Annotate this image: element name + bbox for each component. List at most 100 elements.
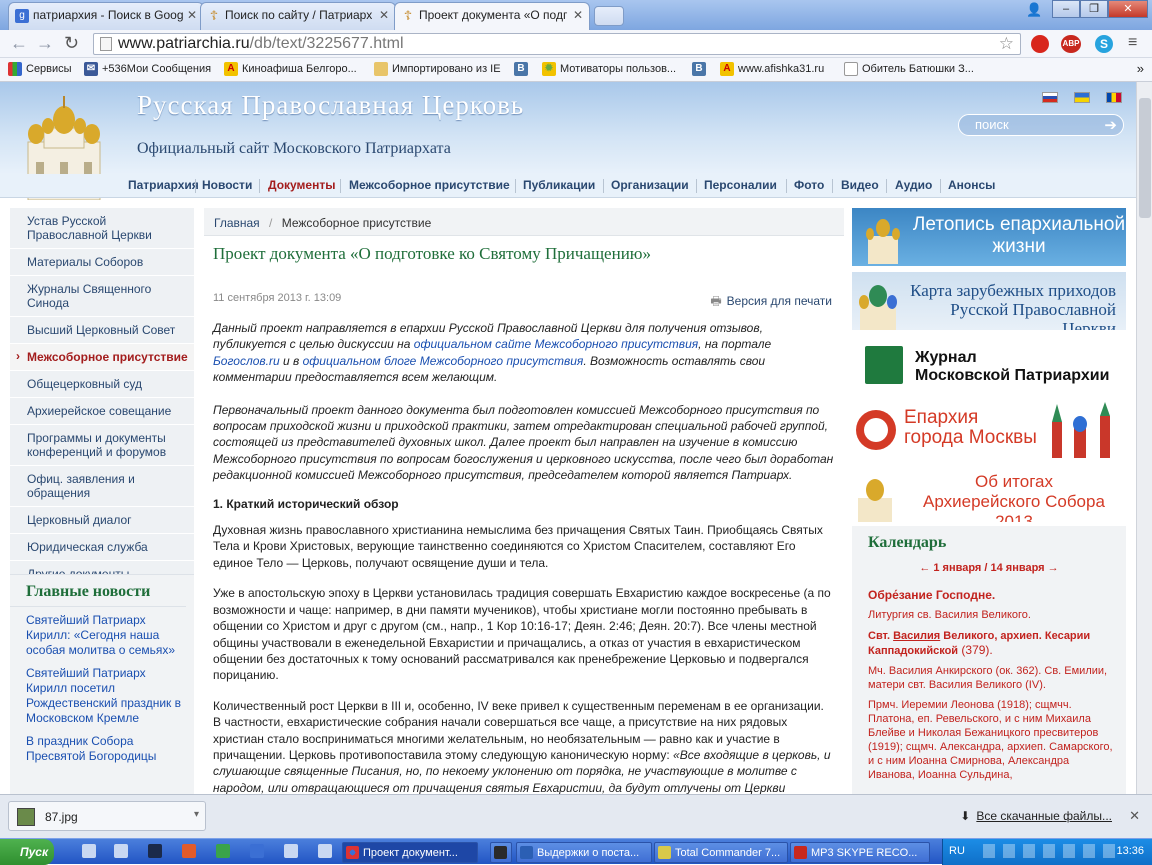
photoshop-icon[interactable] bbox=[148, 844, 162, 858]
close-icon[interactable]: ✕ bbox=[187, 8, 197, 22]
quicklaunch-icon[interactable] bbox=[318, 844, 332, 858]
download-icon: ⬇ bbox=[960, 809, 971, 823]
leftnav-item[interactable]: Устав Русской Православной Церкви bbox=[10, 208, 194, 249]
moscow-diocese-banner[interactable]: Епархия города Москвы bbox=[852, 400, 1126, 458]
start-button[interactable]: Пуск bbox=[0, 839, 54, 865]
menu-photo[interactable]: Фото bbox=[794, 178, 824, 192]
breadcrumb-home[interactable]: Главная bbox=[214, 216, 260, 230]
more-bookmarks-icon[interactable]: » bbox=[1137, 61, 1144, 76]
quicklaunch-icon[interactable] bbox=[216, 844, 230, 858]
menu-documents[interactable]: Документы bbox=[268, 178, 335, 192]
print-version-link[interactable]: Версия для печати bbox=[727, 294, 832, 308]
menu-news[interactable]: Новости bbox=[202, 178, 252, 192]
leftnav-item-selected[interactable]: Межсоборное присутствие bbox=[10, 344, 194, 371]
bookmark-kinoafisha[interactable]: A Киноафиша Белгоро... bbox=[224, 62, 357, 76]
download-item[interactable]: 87.jpg ▾ bbox=[8, 801, 206, 831]
minimize-button[interactable]: – bbox=[1052, 0, 1080, 18]
search-arrow-icon[interactable]: ➔ bbox=[1104, 116, 1117, 134]
leftnav-item[interactable]: Материалы Соборов bbox=[10, 249, 194, 276]
menu-icon[interactable]: ≡ bbox=[1128, 34, 1137, 52]
bookmark-motivators[interactable]: ✹ Мотиваторы пользов... bbox=[542, 62, 676, 76]
tab-google-search[interactable]: g патриархия - Поиск в Goog ✕ bbox=[8, 2, 204, 30]
all-downloads[interactable]: ⬇ Все скачанные файлы... bbox=[960, 809, 1112, 823]
quicklaunch-icon[interactable] bbox=[284, 844, 298, 858]
menu-video[interactable]: Видео bbox=[841, 178, 879, 192]
chevron-down-icon[interactable]: ▾ bbox=[194, 809, 199, 820]
bookmark-messages[interactable]: ✉ +536Мои Сообщения bbox=[84, 62, 211, 76]
flag-ukraine-icon[interactable] bbox=[1074, 92, 1090, 103]
news-link[interactable]: В праздник Собора Пресвятой Богородицы bbox=[26, 734, 156, 763]
journal-banner[interactable]: Журнал Московской Патриархии bbox=[852, 336, 1126, 394]
news-link[interactable]: Святейший Патриарх Кирилл: «Сегодня наша… bbox=[26, 613, 175, 657]
menu-publications[interactable]: Публикации bbox=[523, 178, 595, 192]
inter-council-site-link[interactable]: официальном сайте Межсоборного присутств… bbox=[414, 337, 698, 351]
maximize-button[interactable]: ❐ bbox=[1080, 0, 1108, 18]
close-icon[interactable]: ✕ bbox=[1129, 808, 1140, 824]
inter-council-blog-link[interactable]: официальном блоге Межсоборного присутств… bbox=[303, 354, 584, 368]
address-bar[interactable]: www.patriarchia.ru/db/text/3225677.html … bbox=[93, 33, 1021, 55]
language-indicator[interactable]: RU bbox=[949, 845, 965, 857]
left-navigation: Устав Русской Православной Церкви Матери… bbox=[10, 208, 194, 588]
stop-extension-icon[interactable] bbox=[1031, 35, 1049, 53]
leftnav-item[interactable]: Общецерковный суд bbox=[10, 371, 194, 398]
adblock-icon[interactable]: ABP bbox=[1061, 35, 1081, 53]
leftnav-item[interactable]: Журналы Священного Синода bbox=[10, 276, 194, 317]
menu-inter-council[interactable]: Межсоборное присутствие bbox=[349, 178, 510, 192]
quicklaunch-icon[interactable] bbox=[250, 844, 264, 858]
all-downloads-link[interactable]: Все скачанные файлы... bbox=[976, 809, 1112, 823]
flag-moldova-icon[interactable] bbox=[1106, 92, 1122, 103]
search-input[interactable]: поиск ➔ bbox=[958, 114, 1124, 136]
leftnav-item[interactable]: Офиц. заявления и обращения bbox=[10, 466, 194, 507]
menu-patriarchy[interactable]: Патриархия bbox=[128, 178, 199, 192]
close-icon[interactable]: ✕ bbox=[379, 8, 389, 22]
chronicle-banner[interactable]: Летопись епархиальной жизни bbox=[852, 208, 1126, 266]
quicklaunch-icon[interactable] bbox=[114, 844, 128, 858]
leftnav-item[interactable]: Церковный диалог bbox=[10, 507, 194, 534]
flag-russia-icon[interactable] bbox=[1042, 92, 1058, 103]
back-arrow-icon[interactable]: ← bbox=[10, 34, 28, 52]
bookmark-services[interactable]: Сервисы bbox=[8, 62, 72, 76]
tab-document[interactable]: ☦ Проект документа «О подг ✕ bbox=[394, 2, 590, 30]
forward-arrow-icon[interactable]: → bbox=[36, 34, 54, 52]
reload-icon[interactable]: ↻ bbox=[64, 34, 79, 52]
star-icon[interactable]: ☆ bbox=[999, 34, 1014, 54]
saint-link[interactable]: Василия bbox=[893, 630, 940, 642]
leftnav-item[interactable]: Высший Церковный Совет bbox=[10, 317, 194, 344]
tray-icons[interactable] bbox=[983, 844, 1123, 858]
taskbar-window-skype-recorder[interactable]: MP3 SKYPE RECO... bbox=[790, 842, 930, 863]
site-title[interactable]: Русская Православная Церковь bbox=[137, 90, 524, 121]
leftnav-item[interactable]: Юридическая служба bbox=[10, 534, 194, 561]
close-window-button[interactable]: ✕ bbox=[1108, 0, 1148, 18]
bookmark-obitel[interactable]: Обитель Батюшки З... bbox=[844, 62, 974, 76]
bishops-council-banner[interactable]: Об итогах Архиерейского Собора 2013 bbox=[852, 464, 1126, 522]
taskbar-window-chrome[interactable]: Проект документ... bbox=[342, 842, 478, 863]
print-version[interactable]: 🖶 Версия для печати bbox=[710, 292, 832, 313]
calendar-panel: Календарь ← 1 января / 14 января → Обре́… bbox=[852, 526, 1126, 794]
bookmark-imported[interactable]: Импортировано из IE bbox=[374, 62, 501, 76]
leftnav-item[interactable]: Программы и документы конференций и фору… bbox=[10, 425, 194, 466]
quicklaunch-icon[interactable] bbox=[182, 844, 196, 858]
menu-persons[interactable]: Персоналии bbox=[704, 178, 777, 192]
taskbar-window-word[interactable]: Выдержки о поста... bbox=[516, 842, 652, 863]
leftnav-item[interactable]: Архиерейское совещание bbox=[10, 398, 194, 425]
tab-site-search[interactable]: ☦ Поиск по сайту / Патриарх ✕ bbox=[200, 2, 396, 30]
quicklaunch-icon[interactable] bbox=[82, 844, 96, 858]
taskbar-window-terminal[interactable] bbox=[490, 842, 512, 863]
foreign-parishes-banner[interactable]: Карта зарубежных приходов Русской Правос… bbox=[852, 272, 1126, 330]
bookmark-afishka[interactable]: Awww.afishka31.ru bbox=[720, 62, 824, 76]
user-icon[interactable]: 👤 bbox=[1026, 2, 1042, 18]
menu-organizations[interactable]: Организации bbox=[611, 178, 689, 192]
taskbar-window-total-commander[interactable]: Total Commander 7... bbox=[654, 842, 788, 863]
skype-icon[interactable]: S bbox=[1095, 35, 1113, 53]
text: (379). bbox=[958, 643, 993, 657]
new-tab-button[interactable] bbox=[594, 6, 624, 26]
scrollbar-thumb[interactable] bbox=[1139, 98, 1151, 218]
menu-announcements[interactable]: Анонсы bbox=[948, 178, 995, 192]
bogoslov-link[interactable]: Богослов.ru bbox=[213, 354, 280, 368]
menu-audio[interactable]: Аудио bbox=[895, 178, 932, 192]
page-scrollbar[interactable] bbox=[1136, 82, 1152, 794]
calendar-date-nav[interactable]: ← 1 января / 14 января → bbox=[852, 558, 1126, 588]
close-icon[interactable]: ✕ bbox=[573, 8, 583, 22]
news-link[interactable]: Святейший Патриарх Кирилл посетил Рождес… bbox=[26, 666, 181, 725]
top-menu: Патриархия Новости Документы Межсоборное… bbox=[0, 174, 1136, 198]
